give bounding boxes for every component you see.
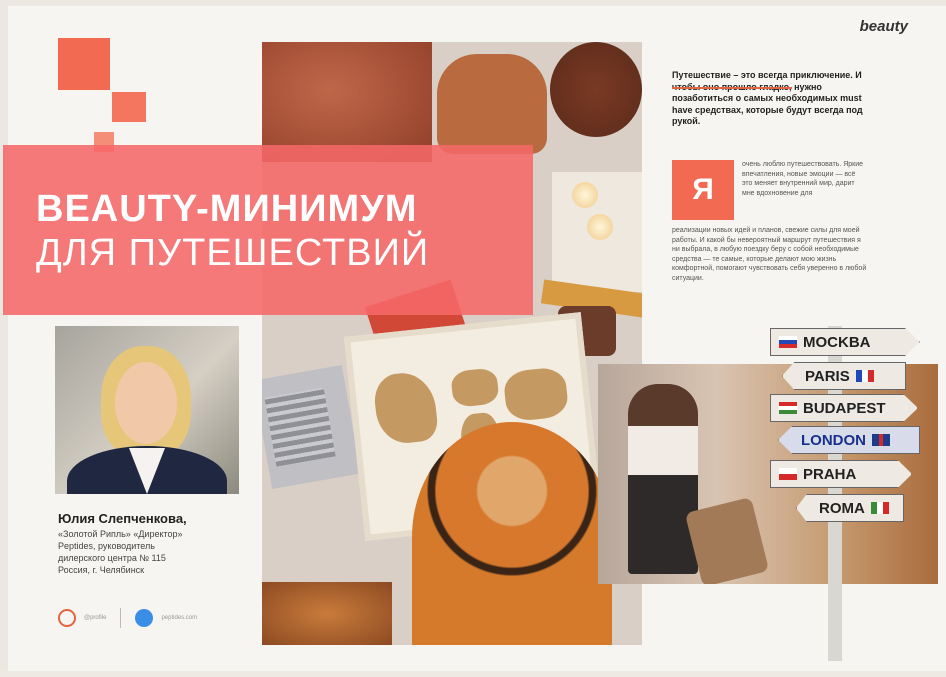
instagram-icon[interactable] xyxy=(58,609,76,627)
subheadline: ДЛЯ ПУТЕШЕСТВИЙ xyxy=(36,232,430,274)
keyboard-image xyxy=(264,387,336,467)
bread-image xyxy=(262,582,392,645)
person-image xyxy=(412,422,612,645)
hat-image xyxy=(550,42,642,137)
article-lead: Путешествие – это всегда приключение. И … xyxy=(672,70,863,126)
flag-czech-icon xyxy=(779,468,797,480)
candle-image xyxy=(587,214,613,240)
sign-paris: PARIS xyxy=(782,362,906,390)
author-info-line: дилерского центра № 115 xyxy=(58,553,166,563)
article-body-bottom: реализации новых идей и планов, свежие с… xyxy=(672,227,867,282)
page-footer xyxy=(0,671,946,677)
sign-label: ROMA xyxy=(819,499,865,517)
flag-france-icon xyxy=(855,370,874,382)
sign-label: PRAHA xyxy=(803,465,857,483)
author-name: Юлия Слепченкова, xyxy=(58,511,187,526)
bag-image xyxy=(437,54,547,154)
decor-square xyxy=(112,92,146,122)
section-tag: beauty xyxy=(859,18,908,35)
headline: BEAUTY-МИНИМУМ xyxy=(36,188,418,230)
sign-london: LONDON xyxy=(778,426,920,454)
traveler-image xyxy=(628,384,698,574)
author-photo xyxy=(55,326,239,494)
globe-icon[interactable] xyxy=(135,609,154,627)
author-info-line: Peptides, руководитель xyxy=(58,541,155,551)
flag-italy-icon xyxy=(870,502,889,514)
sign-praha: PRAHA xyxy=(770,460,912,488)
sign-roma: ROMA xyxy=(796,494,904,522)
travel-flatlay-photo xyxy=(262,42,642,645)
jacket-image xyxy=(262,42,432,162)
author-info-line: Россия, г. Челябинск xyxy=(58,565,145,575)
divider xyxy=(120,608,122,628)
article-body-top: очень люблю путешествовать. Яркие впечат… xyxy=(742,161,864,197)
sign-label: MOCKBA xyxy=(803,333,871,351)
social-links: @profile peptides.com xyxy=(58,608,197,628)
flag-uk-icon xyxy=(872,434,890,446)
author-info: «Золотой Рипль» «Директор» Peptides, рук… xyxy=(58,528,258,576)
sign-label: LONDON xyxy=(801,431,866,449)
dropcap: Я xyxy=(672,160,734,220)
author-info-line: «Золотой Рипль» «Директор» xyxy=(58,529,183,539)
decor-square xyxy=(58,38,110,90)
sign-label: BUDAPEST xyxy=(803,399,886,417)
sign-label: PARIS xyxy=(805,367,850,385)
flag-hungary-icon xyxy=(779,402,797,414)
candle-image xyxy=(572,182,598,208)
sign-moscow: MOCKBA xyxy=(770,328,920,356)
lead-underline xyxy=(672,87,792,89)
website-link[interactable]: peptides.com xyxy=(161,615,197,621)
instagram-handle[interactable]: @profile xyxy=(84,615,106,621)
sign-budapest: BUDAPEST xyxy=(770,394,918,422)
flag-russia-icon xyxy=(779,336,797,348)
